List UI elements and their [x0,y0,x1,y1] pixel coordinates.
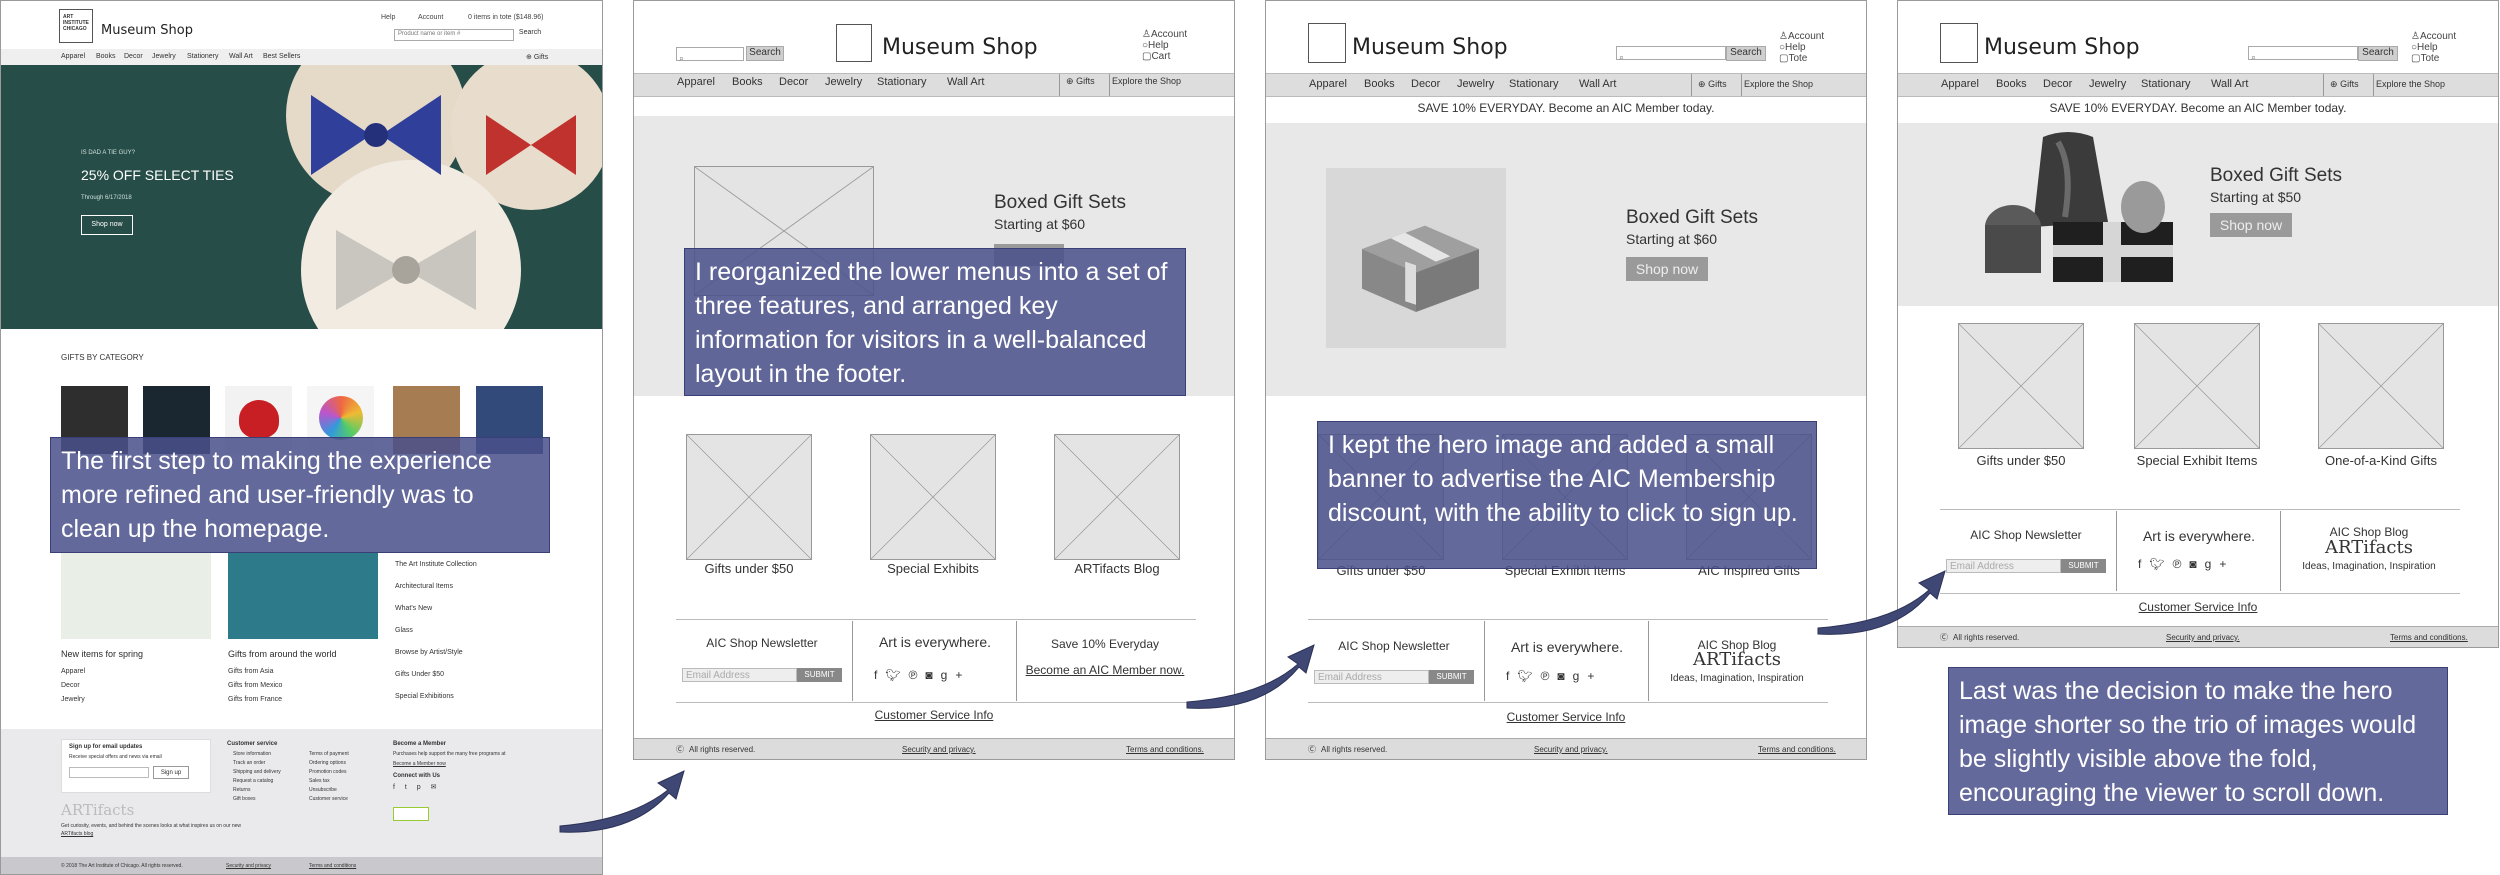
arrow-1 [559,770,685,833]
arrow-3 [1817,570,1946,635]
arrow-2 [1186,644,1315,709]
flow-arrows [559,570,1946,833]
